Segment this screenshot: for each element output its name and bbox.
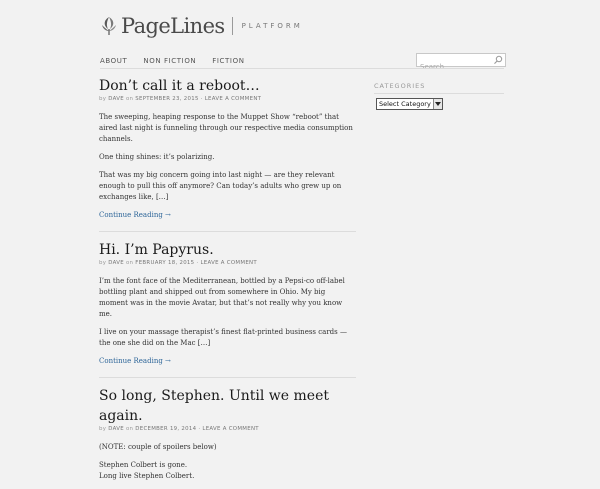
main-nav: ABOUT NON FICTION FICTION [100, 56, 261, 66]
search-input[interactable] [417, 61, 494, 73]
meta-by: by [99, 96, 107, 102]
post-date: DECEMBER 19, 2014 [135, 426, 197, 432]
post-paragraph: That was my big concern going into last … [99, 171, 342, 201]
logo-divider [231, 17, 233, 35]
meta-by: by [99, 260, 107, 266]
header-divider [100, 68, 504, 69]
post-paragraph: Long live Stephen Colbert. [99, 472, 195, 480]
post-divider [99, 377, 356, 378]
logo-tagline: PLATFORM [241, 22, 303, 30]
meta-on: on [125, 260, 134, 266]
post-paragraph: I live on your massage therapist’s fines… [99, 328, 347, 347]
post: Hi. I’m Papyrus. by DAVE on FEBRUARY 18,… [99, 240, 356, 367]
post-author: DAVE [108, 426, 124, 432]
post: So long, Stephen. Until we meet again. b… [99, 386, 356, 482]
leave-comment-link[interactable]: · LEAVE A COMMENT [196, 260, 257, 266]
meta-by: by [99, 426, 107, 432]
sidebar-categories-title: CATEGORIES [374, 82, 426, 90]
chevron-down-icon [432, 99, 442, 109]
post-title[interactable]: Hi. I’m Papyrus. [99, 240, 356, 260]
continue-reading-link[interactable]: Continue Reading → [99, 210, 356, 221]
post-author: DAVE [108, 96, 124, 102]
post: Don’t call it a reboot… by DAVE on SEPTE… [99, 76, 356, 221]
post-meta: by DAVE on FEBRUARY 18, 2015 · LEAVE A C… [99, 260, 356, 267]
logo-text: PageLines [121, 14, 225, 38]
category-select[interactable]: Select Category [376, 98, 443, 110]
post-paragraph: (NOTE: couple of spoilers below) [99, 443, 217, 451]
post-title[interactable]: So long, Stephen. Until we meet again. [99, 386, 356, 426]
post-date: FEBRUARY 18, 2015 [135, 260, 195, 266]
search-icon[interactable] [493, 55, 503, 65]
post-list: Don’t call it a reboot… by DAVE on SEPTE… [99, 76, 356, 489]
site-logo[interactable]: PageLines PLATFORM [100, 14, 303, 38]
meta-on: on [125, 96, 134, 102]
category-select-value: Select Category [379, 100, 431, 108]
post-date: SEPTEMBER 23, 2015 [135, 96, 199, 102]
post-meta: by DAVE on SEPTEMBER 23, 2015 · LEAVE A … [99, 96, 356, 103]
page: PageLines PLATFORM ABOUT NON FICTION FIC… [0, 0, 600, 480]
post-paragraph: I’m the font face of the Mediterranean, … [99, 277, 345, 318]
post-paragraph: One thing shines: it’s polarizing. [99, 153, 215, 161]
continue-reading-link[interactable]: Continue Reading → [99, 356, 356, 367]
nav-item-fiction[interactable]: FICTION [212, 56, 244, 66]
post-title[interactable]: Don’t call it a reboot… [99, 76, 356, 96]
nav-item-about[interactable]: ABOUT [100, 56, 127, 66]
nav-item-non-fiction[interactable]: NON FICTION [143, 56, 196, 66]
leave-comment-link[interactable]: · LEAVE A COMMENT [201, 96, 262, 102]
post-paragraph: Stephen Colbert is gone. [99, 461, 188, 469]
post-paragraph: The sweeping, heaping response to the Mu… [99, 113, 353, 143]
search-box [416, 53, 506, 73]
pagelines-leaf-icon [102, 17, 116, 35]
sidebar-divider [374, 93, 504, 94]
meta-on: on [125, 426, 134, 432]
post-author: DAVE [108, 260, 124, 266]
post-divider [99, 231, 356, 232]
leave-comment-link[interactable]: · LEAVE A COMMENT [198, 426, 259, 432]
post-meta: by DAVE on DECEMBER 19, 2014 · LEAVE A C… [99, 426, 356, 433]
